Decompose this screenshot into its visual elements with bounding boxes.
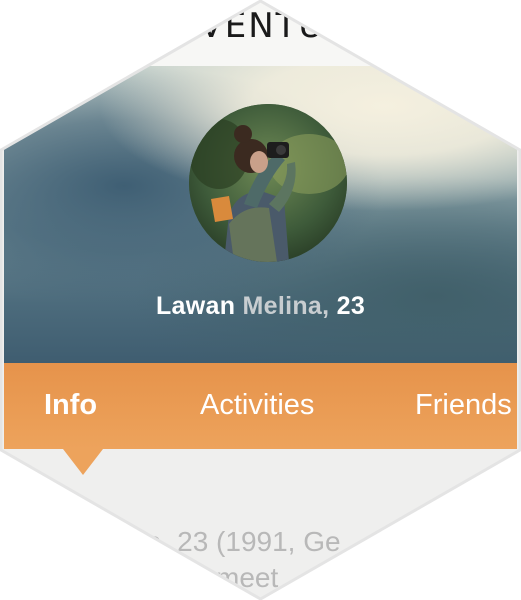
last-name: Melina, xyxy=(242,292,330,320)
avatar[interactable] xyxy=(189,104,347,262)
profile-name: Lawan Melina, 23 xyxy=(0,292,521,321)
tab-bar: Info Activities Friends xyxy=(4,363,517,449)
info-line: a, 23 (1991, Ge xyxy=(146,526,341,557)
tab-friends[interactable]: Friends xyxy=(415,389,512,422)
age: 23 xyxy=(336,292,366,320)
info-line: meet xyxy=(216,562,279,593)
hexagon-card: ADVENTURE Lawan Melina, 23 Info Activiti… xyxy=(0,0,521,600)
first-name: Lawan xyxy=(155,292,236,320)
app-title: ADVENTURE xyxy=(146,6,375,46)
active-tab-indicator xyxy=(63,449,103,475)
avatar-photo xyxy=(189,104,347,262)
tab-info[interactable]: Info xyxy=(44,389,97,422)
tab-activities[interactable]: Activities xyxy=(200,389,314,422)
